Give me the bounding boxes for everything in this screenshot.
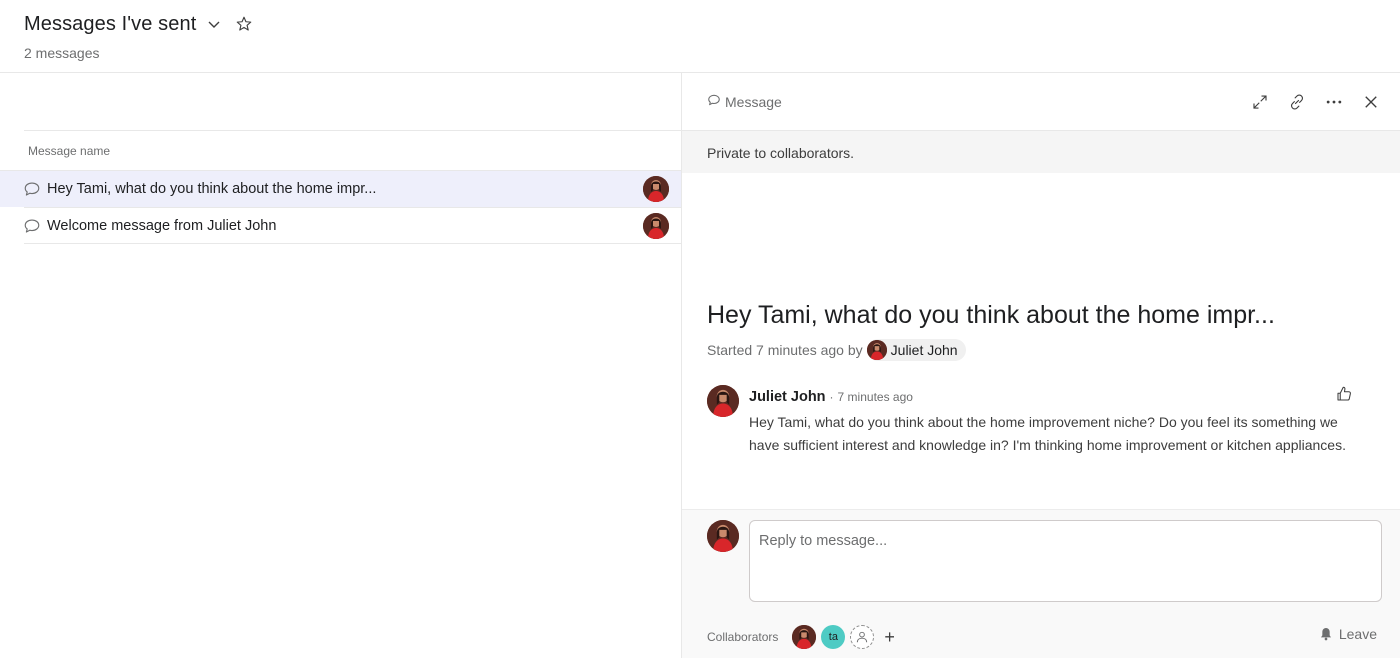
avatar[interactable] bbox=[707, 385, 739, 417]
message-rows: Hey Tami, what do you think about the ho… bbox=[0, 170, 681, 244]
reply-input[interactable] bbox=[749, 520, 1382, 602]
column-header-message-name[interactable]: Message name bbox=[28, 144, 110, 158]
thumbs-up-icon[interactable] bbox=[1335, 385, 1355, 405]
started-text: Started 7 minutes ago by bbox=[707, 342, 863, 358]
add-collaborator-plus[interactable]: + bbox=[884, 628, 895, 646]
leave-label: Leave bbox=[1338, 626, 1377, 642]
collaborators-label: Collaborators bbox=[707, 630, 779, 644]
avatar bbox=[866, 340, 887, 360]
collaborator-avatar[interactable]: ta bbox=[821, 625, 846, 649]
avatar bbox=[643, 213, 669, 239]
avatar bbox=[643, 176, 669, 202]
started-info: Started 7 minutes ago by Juliet John bbox=[707, 339, 966, 361]
message-list-pane: Message name Hey Tami, what do you think… bbox=[0, 73, 681, 658]
collaborator-avatar[interactable] bbox=[792, 625, 817, 649]
comment-author[interactable]: Juliet John bbox=[749, 389, 826, 405]
comment-header: Juliet John · 7 minutes ago bbox=[749, 389, 913, 405]
message-title[interactable]: Hey Tami, what do you think about the ho… bbox=[707, 301, 1275, 330]
collaborators-row: Collaborators ta + Leave bbox=[707, 623, 1377, 651]
message-count: 2 messages bbox=[24, 45, 100, 61]
add-collaborator-button[interactable] bbox=[850, 625, 875, 649]
list-item-label: Hey Tami, what do you think about the ho… bbox=[47, 181, 377, 197]
detail-actions bbox=[1248, 90, 1383, 114]
reply-composer: Collaborators ta + Leave bbox=[682, 509, 1400, 658]
message-bubble-icon bbox=[707, 93, 721, 110]
page-title: Messages I've sent bbox=[24, 12, 197, 35]
star-icon[interactable] bbox=[232, 12, 256, 36]
title-row: Messages I've sent bbox=[24, 11, 256, 37]
list-toolbar bbox=[24, 73, 681, 131]
detail-type-label: Message bbox=[725, 93, 782, 110]
detail-toolbar: Message bbox=[682, 73, 1400, 131]
link-icon[interactable] bbox=[1285, 90, 1309, 114]
detail-type: Message bbox=[707, 93, 782, 110]
message-detail-pane: Message Private to collaborators. Hey Ta… bbox=[681, 73, 1400, 658]
privacy-text: Private to collaborators. bbox=[707, 145, 855, 161]
author-chip[interactable]: Juliet John bbox=[866, 339, 966, 361]
expand-icon[interactable] bbox=[1248, 90, 1272, 114]
comment-separator: · bbox=[829, 390, 834, 404]
list-item[interactable]: Hey Tami, what do you think about the ho… bbox=[0, 170, 681, 207]
leave-button[interactable]: Leave bbox=[1318, 626, 1377, 642]
comment-time: 7 minutes ago bbox=[837, 390, 913, 404]
list-item-label: Welcome message from Juliet John bbox=[47, 217, 277, 234]
list-item[interactable]: Welcome message from Juliet John bbox=[24, 207, 681, 244]
privacy-banner: Private to collaborators. bbox=[682, 131, 1400, 173]
comment-body: Hey Tami, what do you think about the ho… bbox=[749, 414, 1346, 453]
page-header: Messages I've sent 2 messages bbox=[0, 0, 1400, 73]
chevron-down-icon[interactable] bbox=[202, 12, 226, 36]
message-bubble-icon bbox=[23, 217, 41, 235]
more-options-icon[interactable] bbox=[1322, 90, 1346, 114]
author-name: Juliet John bbox=[890, 342, 958, 358]
bell-icon bbox=[1320, 628, 1331, 641]
message-bubble-icon bbox=[23, 180, 41, 198]
avatar bbox=[707, 520, 739, 552]
close-icon[interactable] bbox=[1359, 90, 1383, 114]
